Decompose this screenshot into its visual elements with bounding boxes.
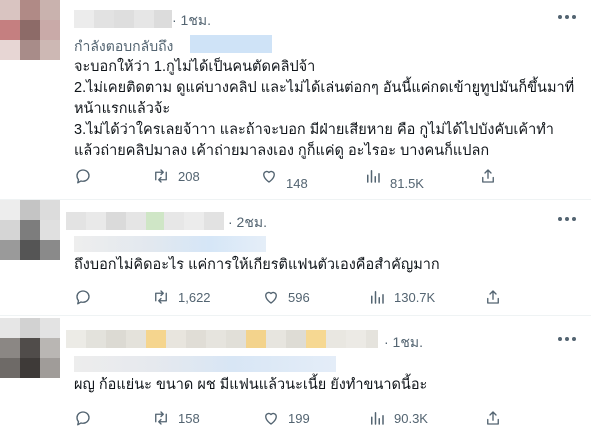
- reply-icon: [76, 169, 90, 184]
- author-name-blurred[interactable]: [66, 330, 378, 348]
- retweet-button[interactable]: 208: [152, 165, 200, 187]
- share-button[interactable]: [484, 286, 502, 308]
- retweet-icon: [155, 411, 167, 425]
- replying-to-handle-blurred[interactable]: [190, 35, 272, 53]
- action-bar: 1,622 596 130.7K: [74, 286, 584, 308]
- views-icon: [371, 291, 384, 304]
- heart-icon: [265, 291, 277, 304]
- like-button[interactable]: 199: [262, 407, 310, 429]
- tweet-text: ถึงบอกไม่คิดอะไร แค่การให้เกียรติแฟนตัวเ…: [74, 257, 440, 273]
- more-icon[interactable]: [557, 216, 577, 226]
- author-name-blurred[interactable]: [66, 212, 224, 230]
- retweet-button[interactable]: 1,622: [152, 286, 211, 308]
- more-icon[interactable]: [557, 14, 577, 24]
- retweet-icon: [155, 169, 167, 183]
- heart-icon: [265, 412, 277, 425]
- avatar[interactable]: [0, 0, 60, 60]
- heart-icon: [263, 170, 275, 183]
- views-button[interactable]: 90.3K: [368, 407, 428, 429]
- action-bar: 158 199 90.3K: [74, 407, 584, 429]
- share-button[interactable]: [484, 407, 502, 429]
- timestamp[interactable]: · 2ชม.: [228, 212, 267, 234]
- replying-to-label: กำลังตอบกลับถึง: [74, 38, 174, 54]
- avatar[interactable]: [0, 200, 60, 260]
- retweet-count: 208: [178, 168, 200, 184]
- like-count: 199: [288, 410, 310, 426]
- reply-button[interactable]: [74, 165, 100, 187]
- retweet-button[interactable]: 158: [152, 407, 200, 429]
- share-icon: [487, 290, 499, 304]
- like-button[interactable]: 148: [260, 165, 308, 191]
- retweet-icon: [155, 290, 167, 304]
- view-count: 81.5K: [390, 175, 424, 191]
- views-button[interactable]: 130.7K: [368, 286, 435, 308]
- retweet-count: 1,622: [178, 289, 211, 305]
- timestamp[interactable]: · 1ชม.: [384, 332, 423, 354]
- reply-icon: [76, 411, 90, 426]
- views-icon: [367, 170, 380, 183]
- view-count: 130.7K: [394, 289, 436, 305]
- reply-button[interactable]: [74, 286, 100, 308]
- like-count: 596: [288, 289, 310, 305]
- reply-button[interactable]: [74, 407, 100, 429]
- action-bar: 208 148 81.5K: [74, 165, 584, 191]
- more-icon[interactable]: [557, 336, 577, 346]
- tweet-text: ผญ ก้อแย่นะ ขนาด ผช มีแฟนแล้วนะเนี้ย ยัง…: [74, 377, 428, 393]
- like-count: 148: [286, 175, 308, 191]
- view-count: 90.3K: [394, 410, 428, 426]
- share-icon: [482, 169, 494, 183]
- author-name-blurred[interactable]: [74, 10, 172, 28]
- retweet-count: 158: [178, 410, 200, 426]
- share-icon: [487, 411, 499, 425]
- views-button[interactable]: 81.5K: [364, 165, 424, 191]
- tweet[interactable]: · 2ชม. ถึงบอกไม่คิดอะไร แค่การให้เกียรติ…: [0, 200, 591, 316]
- avatar[interactable]: [0, 318, 60, 378]
- views-icon: [371, 412, 384, 425]
- reply-icon: [76, 290, 90, 305]
- share-button[interactable]: [479, 165, 497, 187]
- timestamp[interactable]: · 1ชม.: [172, 10, 211, 32]
- replying-to-blurred[interactable]: [74, 356, 336, 372]
- tweet-text: จะบอกให้ว่า 1.กูไม่ได้เป็นคนตัดคลิปจ้า 2…: [74, 59, 575, 159]
- tweet[interactable]: · 1ชม. กำลังตอบกลับถึง จะบอกให้ว่า 1.กูไ…: [0, 0, 591, 200]
- like-button[interactable]: 596: [262, 286, 310, 308]
- replying-to-blurred[interactable]: [74, 236, 266, 252]
- tweet[interactable]: · 1ชม. ผญ ก้อแย่นะ ขนาด ผช มีแฟนแล้วนะเน…: [0, 316, 591, 438]
